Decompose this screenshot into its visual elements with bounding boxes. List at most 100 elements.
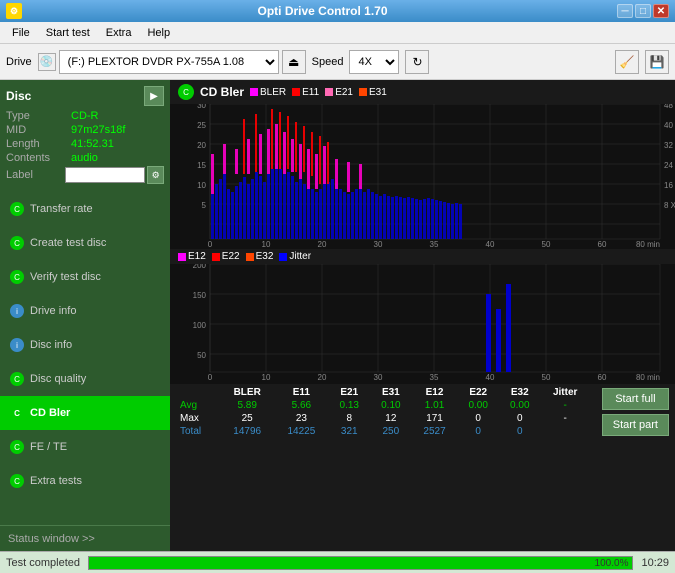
svg-text:0: 0 xyxy=(208,240,213,249)
sidebar-item-extra-tests[interactable]: C Extra tests xyxy=(0,464,170,498)
menu-file[interactable]: File xyxy=(4,25,38,41)
svg-text:80 min: 80 min xyxy=(636,240,660,249)
svg-text:5: 5 xyxy=(202,201,207,210)
transfer-rate-label: Transfer rate xyxy=(30,203,93,215)
max-e32: 0 xyxy=(499,412,541,425)
svg-text:40 X: 40 X xyxy=(664,121,675,130)
refresh-button[interactable]: ↻ xyxy=(405,50,429,74)
avg-e32: 0.00 xyxy=(499,399,541,412)
max-label: Max xyxy=(176,412,220,425)
total-jitter xyxy=(541,425,590,438)
eraser-button[interactable]: 🧹 xyxy=(615,50,639,74)
app-title: Opti Drive Control 1.70 xyxy=(28,4,617,18)
legend-e11: E11 xyxy=(292,87,319,98)
max-e22: 0 xyxy=(457,412,499,425)
legend-bler-dot xyxy=(250,88,258,96)
max-e11: 23 xyxy=(274,412,328,425)
status-window-button[interactable]: Status window >> xyxy=(0,525,170,551)
sidebar-item-create-test-disc[interactable]: C Create test disc xyxy=(0,226,170,260)
bottom-chart-legend: E12 E22 E32 Jitter xyxy=(170,249,675,264)
legend-e22-dot xyxy=(212,253,220,261)
sidebar-item-fe-te[interactable]: C FE / TE xyxy=(0,430,170,464)
drive-icon: 💿 xyxy=(38,53,56,71)
transfer-rate-icon: C xyxy=(10,202,24,216)
stats-header-label xyxy=(176,386,220,399)
fe-te-label: FE / TE xyxy=(30,441,67,453)
svg-text:50: 50 xyxy=(542,373,551,382)
svg-text:30: 30 xyxy=(197,104,206,110)
legend-e21: E21 xyxy=(325,87,353,98)
toolbar: Drive 💿 (F:) PLEXTOR DVDR PX-755A 1.08 ⏏… xyxy=(0,44,675,80)
speed-selector[interactable]: 4X xyxy=(349,50,399,74)
sidebar-item-verify-test-disc[interactable]: C Verify test disc xyxy=(0,260,170,294)
svg-text:150: 150 xyxy=(193,291,207,300)
sidebar-item-transfer-rate[interactable]: C Transfer rate xyxy=(0,192,170,226)
progress-text: 100.0% xyxy=(595,557,629,571)
menu-extra[interactable]: Extra xyxy=(98,25,140,41)
sidebar: Disc ▶ Type CD-R MID 97m27s18f Length 41… xyxy=(0,80,170,551)
svg-text:40: 40 xyxy=(486,373,495,382)
total-e11: 14225 xyxy=(274,425,328,438)
svg-text:24 X: 24 X xyxy=(664,161,675,170)
sidebar-item-drive-info[interactable]: i Drive info xyxy=(0,294,170,328)
svg-text:35: 35 xyxy=(430,373,439,382)
cd-bler-label: CD Bler xyxy=(30,407,70,419)
svg-text:10: 10 xyxy=(262,373,271,382)
create-test-disc-label: Create test disc xyxy=(30,237,106,249)
minimize-button[interactable]: ─ xyxy=(617,4,633,18)
legend-e31: E31 xyxy=(359,87,387,98)
menu-start-test[interactable]: Start test xyxy=(38,25,98,41)
disc-nav-button[interactable]: ▶ xyxy=(144,86,164,106)
verify-test-disc-icon: C xyxy=(10,270,24,284)
eject-button[interactable]: ⏏ xyxy=(282,50,306,74)
stats-header-e12: E12 xyxy=(412,386,458,399)
stats-header-e31: E31 xyxy=(370,386,412,399)
save-button[interactable]: 💾 xyxy=(645,50,669,74)
sidebar-item-disc-info[interactable]: i Disc info xyxy=(0,328,170,362)
menu-help[interactable]: Help xyxy=(139,25,178,41)
close-button[interactable]: ✕ xyxy=(653,4,669,18)
svg-text:60: 60 xyxy=(598,373,607,382)
stats-header-e21: E21 xyxy=(328,386,370,399)
svg-text:30: 30 xyxy=(374,240,383,249)
mid-label: MID xyxy=(6,124,71,136)
mid-value: 97m27s18f xyxy=(71,124,125,136)
maximize-button[interactable]: □ xyxy=(635,4,651,18)
content-area: C CD Bler BLER E11 E21 E31 xyxy=(170,80,675,551)
contents-label: Contents xyxy=(6,152,71,164)
bottom-bar: Test completed 100.0% 10:29 xyxy=(0,551,675,573)
speed-label: Speed xyxy=(312,56,344,68)
start-full-button[interactable]: Start full xyxy=(602,388,669,410)
svg-text:80 min: 80 min xyxy=(636,373,660,382)
sidebar-item-disc-quality[interactable]: C Disc quality xyxy=(0,362,170,396)
svg-text:0: 0 xyxy=(208,373,213,382)
type-value: CD-R xyxy=(71,110,99,122)
chart-header: C CD Bler BLER E11 E21 E31 xyxy=(170,80,675,104)
action-buttons: Start full Start part xyxy=(596,384,675,440)
top-chart: 30 25 20 15 10 5 48 X 40 X 32 X 24 X 16 … xyxy=(170,104,675,249)
svg-text:30: 30 xyxy=(374,373,383,382)
disc-info-icon: i xyxy=(10,338,24,352)
svg-text:8 X: 8 X xyxy=(664,201,675,210)
drive-selector[interactable]: (F:) PLEXTOR DVDR PX-755A 1.08 xyxy=(59,50,279,74)
start-part-button[interactable]: Start part xyxy=(602,414,669,436)
menu-bar: File Start test Extra Help xyxy=(0,22,675,44)
cd-bler-icon: C xyxy=(10,406,24,420)
sidebar-item-cd-bler[interactable]: C CD Bler xyxy=(0,396,170,430)
label-gear-button[interactable]: ⚙ xyxy=(147,166,164,184)
max-e31: 12 xyxy=(370,412,412,425)
legend-e32: E32 xyxy=(246,251,274,262)
max-jitter: - xyxy=(541,412,590,425)
disc-info-label: Disc info xyxy=(30,339,72,351)
stats-max-row: Max 25 23 8 12 171 0 0 - xyxy=(176,412,590,425)
stats-table: BLER E11 E21 E31 E12 E22 E32 Jitter Avg xyxy=(176,386,590,438)
progress-bar-fill xyxy=(89,557,632,569)
total-e21: 321 xyxy=(328,425,370,438)
stats-table-container: BLER E11 E21 E31 E12 E22 E32 Jitter Avg xyxy=(170,384,596,440)
stats-header-jitter: Jitter xyxy=(541,386,590,399)
label-input[interactable] xyxy=(65,167,145,183)
svg-text:32 X: 32 X xyxy=(664,141,675,150)
svg-text:200: 200 xyxy=(193,264,207,270)
svg-text:40: 40 xyxy=(486,240,495,249)
legend-e32-dot xyxy=(246,253,254,261)
